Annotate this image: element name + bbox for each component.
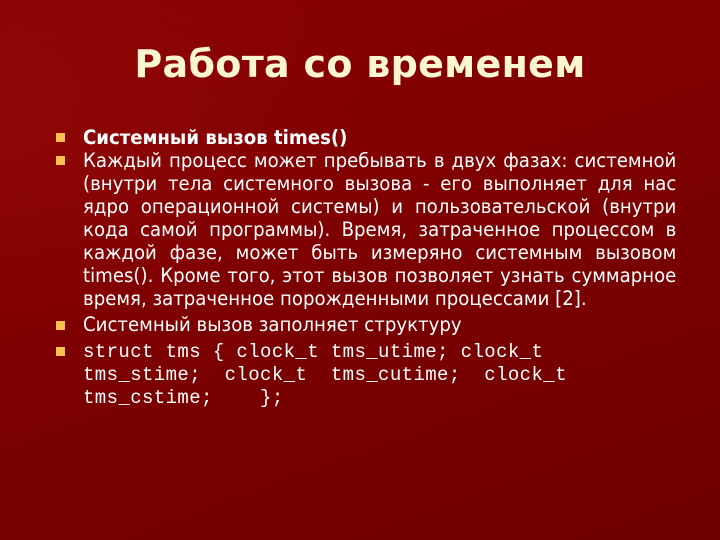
bullet-text: Системный вызов times() xyxy=(83,126,348,149)
bullet-text: Системный вызов заполняет структуру xyxy=(83,313,462,336)
square-bullet-icon xyxy=(56,133,65,142)
square-bullet-icon xyxy=(56,321,65,330)
slide-title: Работа со временем xyxy=(134,42,586,86)
square-bullet-icon xyxy=(56,347,65,356)
code-line: tms_stime; clock_t tms_cutime; clock_t xyxy=(83,364,567,386)
bullet-text: Каждый процесс может пребывать в двух фа… xyxy=(83,149,677,310)
square-bullet-icon xyxy=(56,156,65,165)
bullet-item-struct-code: struct tms { clock_t tms_utime; clock_t … xyxy=(56,341,676,410)
bullet-item-process-phases: Каждый процесс может пребывать в двух фа… xyxy=(56,149,676,310)
bullet-item-times-call: Системный вызов times() xyxy=(56,126,676,149)
bullet-item-fills-structure: Системный вызов заполняет структуру xyxy=(56,313,676,336)
code-line: tms_cstime; }; xyxy=(83,387,284,409)
bullet-list: Системный вызов times() Каждый процесс м… xyxy=(56,126,676,410)
slide: Работа со временем Системный вызов times… xyxy=(0,0,720,540)
code-line: struct tms { clock_t tms_utime; clock_t xyxy=(83,341,544,363)
